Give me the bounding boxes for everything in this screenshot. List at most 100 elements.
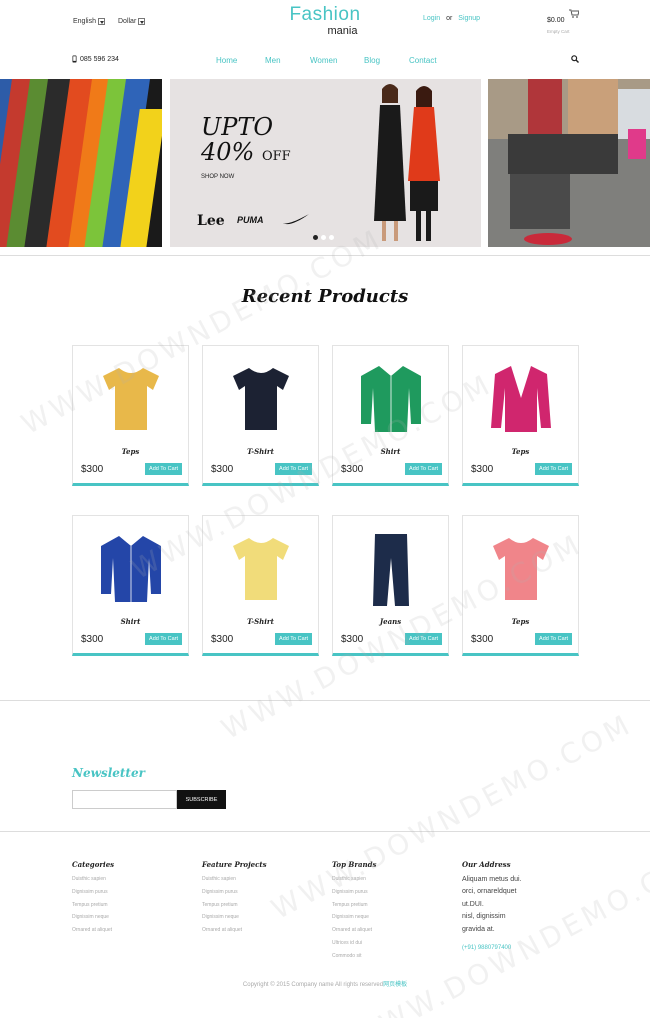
promo-headline: UPTO 40% OFF: [201, 113, 291, 166]
footer-link[interactable]: Tempus pretium: [72, 902, 112, 915]
product-image[interactable]: [351, 358, 431, 438]
product-price: $300: [211, 634, 234, 645]
slider-dots: [313, 235, 334, 240]
product-image[interactable]: [481, 358, 561, 438]
product-price: $300: [81, 464, 104, 475]
product-name: T-Shirt: [247, 447, 274, 456]
footer-phone[interactable]: (+91) 9880797400: [462, 942, 522, 954]
product-price: $300: [211, 464, 234, 475]
product-card[interactable]: Shirt $300 Add To Cart: [332, 345, 449, 486]
footer-link[interactable]: Duisthic sapien: [332, 876, 372, 889]
product-image[interactable]: [221, 528, 301, 608]
product-name: Teps: [121, 447, 140, 456]
slider-dot[interactable]: [313, 235, 318, 240]
signup-link[interactable]: Signup: [458, 15, 480, 22]
puma-logo: PUMA: [237, 215, 264, 225]
product-card[interactable]: Teps $300 Add To Cart: [462, 345, 579, 486]
banner-clothes-rack-image: [0, 79, 162, 247]
add-to-cart-button[interactable]: Add To Cart: [145, 633, 182, 645]
product-card[interactable]: T-Shirt $300 Add To Cart: [202, 515, 319, 656]
divider: [0, 831, 650, 832]
hanging-shirts-image: [0, 79, 162, 247]
add-to-cart-button[interactable]: Add To Cart: [535, 633, 572, 645]
street-market-image: [488, 79, 650, 247]
divider: [0, 255, 650, 256]
cart-icon: [569, 9, 579, 18]
lee-logo: Lee: [197, 213, 225, 229]
footer-title-categories: Categories: [72, 860, 115, 869]
footer-link[interactable]: Ultrices id dui: [332, 940, 372, 953]
footer-link[interactable]: Dignissim neque: [202, 914, 242, 927]
product-card[interactable]: T-Shirt $300 Add To Cart: [202, 345, 319, 486]
product-price: $300: [471, 634, 494, 645]
add-to-cart-button[interactable]: Add To Cart: [535, 463, 572, 475]
currency-select[interactable]: Dollar: [118, 18, 146, 25]
add-to-cart-button[interactable]: Add To Cart: [275, 633, 312, 645]
cart-widget[interactable]: $0.00 Empty Cart: [547, 9, 579, 34]
footer-link[interactable]: Dignissim neque: [72, 914, 112, 927]
logo[interactable]: Fashion mania: [270, 5, 380, 38]
newsletter-email-input[interactable]: [72, 790, 177, 809]
product-card[interactable]: Shirt $300 Add To Cart: [72, 515, 189, 656]
subscribe-button[interactable]: SUBSCRIBE: [177, 790, 226, 809]
product-name: Shirt: [120, 617, 141, 626]
product-name: Shirt: [380, 447, 401, 456]
promo-slide[interactable]: UPTO 40% OFF SHOP NOW Lee PUMA: [170, 79, 481, 247]
product-image[interactable]: [91, 358, 171, 438]
chevron-down-icon: [97, 18, 105, 25]
nav-blog[interactable]: Blog: [364, 56, 380, 65]
section-title-recent-products: Recent Products: [241, 286, 409, 307]
product-price: $300: [341, 464, 364, 475]
login-link[interactable]: Login: [423, 15, 440, 22]
footer-link[interactable]: Dignissim purus: [72, 889, 112, 902]
footer-title-feature-projects: Feature Projects: [202, 860, 267, 869]
product-image[interactable]: [91, 528, 171, 608]
product-image[interactable]: [221, 358, 301, 438]
shop-now-link[interactable]: SHOP NOW: [201, 174, 234, 180]
search-icon[interactable]: [571, 55, 579, 63]
phone-number: 085 596 234: [72, 55, 119, 63]
footer-link[interactable]: Dignissim purus: [202, 889, 242, 902]
footer-link[interactable]: Commodo sit: [332, 953, 372, 966]
nav-men[interactable]: Men: [265, 56, 281, 65]
nike-swoosh-icon: [283, 214, 309, 225]
footer-link[interactable]: Ornared at aliquet: [332, 927, 372, 940]
footer-title-address: Our Address: [462, 860, 511, 869]
product-name: T-Shirt: [247, 617, 274, 626]
product-image[interactable]: [481, 528, 561, 608]
copyright: Copyright © 2015 Company name All rights…: [242, 982, 408, 988]
newsletter-title: Newsletter: [72, 766, 145, 780]
phone-icon: [72, 55, 77, 63]
banner-street-market-image: [488, 79, 650, 247]
footer-link[interactable]: Dignissim purus: [332, 889, 372, 902]
nav-contact[interactable]: Contact: [409, 56, 437, 65]
footer-list-categories: Duisthic sapien Dignissim purus Tempus p…: [72, 876, 112, 940]
footer-link[interactable]: Duisthic sapien: [202, 876, 242, 889]
footer-link[interactable]: Duisthic sapien: [72, 876, 112, 889]
product-image[interactable]: [351, 528, 431, 608]
add-to-cart-button[interactable]: Add To Cart: [405, 463, 442, 475]
language-select[interactable]: English: [73, 18, 105, 25]
cart-total: $0.00: [547, 17, 565, 24]
add-to-cart-button[interactable]: Add To Cart: [405, 633, 442, 645]
divider: [0, 700, 650, 701]
slider-dot[interactable]: [321, 235, 326, 240]
product-price: $300: [81, 634, 104, 645]
footer-link[interactable]: Tempus pretium: [332, 902, 372, 915]
add-to-cart-button[interactable]: Add To Cart: [145, 463, 182, 475]
footer-list-feature-projects: Duisthic sapien Dignissim purus Tempus p…: [202, 876, 242, 940]
copyright-link[interactable]: 网页模板: [383, 982, 407, 988]
add-to-cart-button[interactable]: Add To Cart: [275, 463, 312, 475]
nav-home[interactable]: Home: [216, 56, 237, 65]
product-card[interactable]: Teps $300 Add To Cart: [72, 345, 189, 486]
footer-address: Aliquam metus dui. orci, ornareldquet ut…: [462, 874, 522, 954]
footer-link[interactable]: Tempus pretium: [202, 902, 242, 915]
product-card[interactable]: Teps $300 Add To Cart: [462, 515, 579, 656]
product-name: Jeans: [379, 617, 402, 626]
product-card[interactable]: Jeans $300 Add To Cart: [332, 515, 449, 656]
slider-dot[interactable]: [329, 235, 334, 240]
footer-link[interactable]: Dignissim neque: [332, 914, 372, 927]
nav-women[interactable]: Women: [310, 56, 337, 65]
footer-link[interactable]: Ornared at aliquet: [72, 927, 112, 940]
footer-link[interactable]: Ornared at aliquet: [202, 927, 242, 940]
